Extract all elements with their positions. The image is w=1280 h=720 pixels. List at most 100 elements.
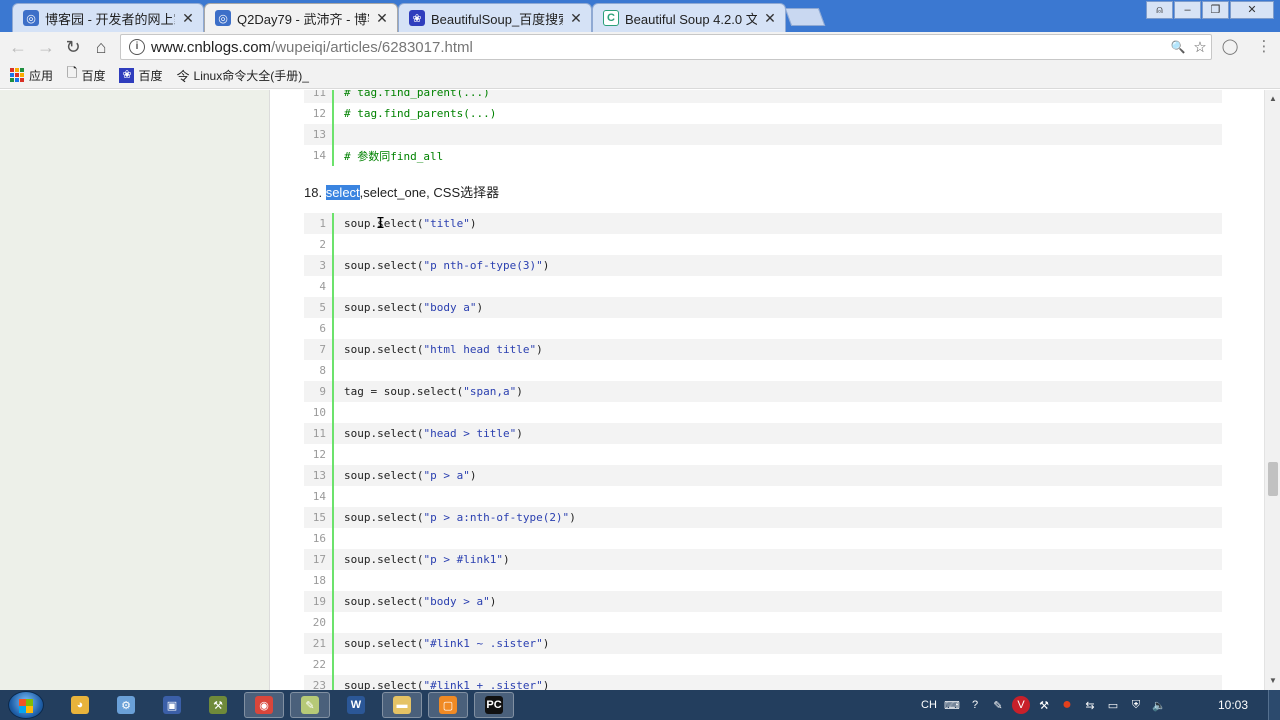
sync-icon[interactable]: ⇆ (1081, 696, 1099, 714)
bookmark-label: 百度 (138, 68, 163, 83)
minimize-button[interactable]: ‒ (1174, 1, 1201, 19)
record-icon[interactable]: ● (1058, 696, 1076, 714)
display-icon[interactable]: ▭ (1104, 696, 1122, 714)
security-icon[interactable]: ⛨ (1127, 696, 1145, 714)
windows-logo-icon (19, 699, 33, 713)
start-button[interactable] (8, 691, 44, 719)
taskbar-app[interactable]: ▢ (428, 692, 468, 718)
back-button[interactable]: ← (8, 37, 28, 57)
code-line: 15 soup.select("p > a:nth-of-type(2)") (304, 507, 1222, 528)
user-icon[interactable]: ⍝ (1146, 1, 1173, 19)
bookmark-label: 百度 (81, 68, 106, 83)
site-info-icon[interactable]: i (129, 39, 145, 55)
code-line: 6 (304, 318, 1222, 339)
tab-close-icon[interactable]: ✕ (375, 10, 389, 27)
ime-ch-icon[interactable]: CH (920, 696, 938, 714)
tab-title: BeautifulSoup_百度搜索 (431, 11, 563, 27)
url-text[interactable]: www.cnblogs.com/wupeiqi/articles/6283017… (151, 39, 1167, 56)
antivirus-icon[interactable]: V (1012, 696, 1030, 714)
taskbar-app[interactable]: W (336, 692, 376, 718)
zoom-icon[interactable]: 🔍 (1167, 40, 1189, 54)
help-icon[interactable]: ? (966, 696, 984, 714)
notepad-icon: ✎ (301, 696, 319, 714)
tab-close-icon[interactable]: ✕ (569, 10, 583, 27)
code-paren: ) (542, 679, 550, 690)
home-button[interactable]: ⌂ (91, 37, 111, 57)
taskbar-app[interactable]: ▬ (382, 692, 422, 718)
heading-rest: ,select_one, CSS选择器 (359, 185, 500, 200)
taskbar-app[interactable]: ✎ (290, 692, 330, 718)
tab-baidu-search[interactable]: ❀ BeautifulSoup_百度搜索 ✕ (398, 3, 592, 32)
page-scrollbar[interactable]: ▲ ▼ (1264, 90, 1280, 690)
tab-cnblogs-home[interactable]: ◎ 博客园 - 开发者的网上家 ✕ (12, 3, 204, 32)
bookmark-linux[interactable]: 令 Linux命令大全(手册)_ (177, 66, 309, 85)
tool-icon: ⚒ (209, 696, 227, 714)
network-icon: ⚙ (117, 696, 135, 714)
code-text: soup.select("#link1 + .sister") (334, 679, 549, 690)
bookmark-baidu-page[interactable]: 🗋 百度 (67, 64, 105, 86)
taskbar-app[interactable]: PC (474, 692, 514, 718)
new-tab-button[interactable] (784, 8, 826, 26)
taskbar-app[interactable]: ◉ (244, 692, 284, 718)
line-number: 9 (304, 381, 334, 402)
chrome-icon: ◉ (255, 696, 273, 714)
baidu-paw-icon: ❀ (119, 67, 135, 83)
address-bar[interactable]: i www.cnblogs.com/wupeiqi/articles/62830… (120, 34, 1212, 60)
tab-strip: ◎ 博客园 - 开发者的网上家 ✕ ◎ Q2Day79 - 武沛齐 - 博客 ✕… (0, 0, 1280, 32)
taskbar-app[interactable]: ▣ (152, 692, 192, 718)
bookmarks-bar: 应用 🗋 百度 ❀ 百度 令 Linux命令大全(手册)_ (0, 62, 1280, 89)
menu-icon[interactable]: ⋮ (1255, 38, 1273, 56)
page-icon: 🗋 (67, 65, 78, 80)
line-number: 10 (304, 402, 334, 423)
code-string: "head > title" (423, 427, 517, 440)
code-call: soup.select( (344, 553, 424, 566)
code-line: 4 (304, 276, 1222, 297)
scroll-down-icon[interactable]: ▼ (1268, 676, 1278, 685)
code-text: soup.select("#link1 ~ .sister") (334, 637, 549, 650)
extension-icon[interactable]: ◯ (1221, 38, 1239, 56)
forward-button[interactable]: → (36, 37, 56, 57)
bookmark-baidu[interactable]: ❀ 百度 (119, 67, 163, 84)
tab-close-icon[interactable]: ✕ (181, 10, 195, 27)
code-string: "body > a" (423, 595, 490, 608)
pen-icon[interactable]: ✎ (989, 696, 1007, 714)
code-text: soup.select("head > title") (334, 427, 523, 440)
c-icon: C (603, 10, 619, 26)
scroll-up-icon[interactable]: ▲ (1268, 94, 1278, 103)
code-string: "#link1 + .sister" (423, 679, 543, 690)
show-desktop-button[interactable] (1268, 690, 1280, 720)
taskbar-app[interactable]: ⚒ (198, 692, 238, 718)
tab-close-icon[interactable]: ✕ (763, 10, 777, 27)
code-call: soup.select( (344, 343, 424, 356)
tab-title: 博客园 - 开发者的网上家 (45, 11, 175, 27)
volume-icon[interactable]: 🔈 (1150, 696, 1168, 714)
code-line: 14 (304, 486, 1222, 507)
code-line: 22 (304, 654, 1222, 675)
taskbar-app[interactable]: ◕ (60, 692, 100, 718)
line-number: 15 (304, 507, 334, 528)
line-number: 23 (304, 675, 334, 690)
code-text: # 参数同find_all (344, 149, 444, 163)
scrollbar-thumb[interactable] (1268, 462, 1278, 496)
bookmark-star-icon[interactable]: ☆ (1189, 38, 1211, 56)
code-line: 7 soup.select("html head title") (304, 339, 1222, 360)
code-paren: ) (569, 511, 576, 524)
code-line: 9 tag = soup.select("span,a") (304, 381, 1222, 402)
clock[interactable]: 10:03 (1218, 698, 1248, 712)
browser-toolbar: ← → ↻ ⌂ i www.cnblogs.com/wupeiqi/articl… (0, 32, 1280, 62)
code-text: # tag.find_parents(...) (344, 107, 497, 120)
restore-button[interactable]: ❐ (1202, 1, 1229, 19)
keyboard-icon[interactable]: ⌨ (943, 696, 961, 714)
tab-bs4-docs[interactable]: C Beautiful Soup 4.2.0 文 ✕ (592, 3, 786, 32)
bookmark-apps[interactable]: 应用 (10, 67, 53, 84)
reload-button[interactable]: ↻ (63, 37, 83, 57)
tool-tray-icon[interactable]: ⚒ (1035, 696, 1053, 714)
tab-q2day79[interactable]: ◎ Q2Day79 - 武沛齐 - 博客 ✕ (204, 3, 398, 32)
code-line: 2 (304, 234, 1222, 255)
line-number: 11 (304, 423, 334, 444)
line-number: 13 (304, 124, 334, 145)
code-text: tag = soup.select("span,a") (334, 385, 523, 398)
close-window-button[interactable]: ✕ (1230, 1, 1274, 19)
code-paren: ) (542, 637, 550, 650)
taskbar-app[interactable]: ⚙ (106, 692, 146, 718)
